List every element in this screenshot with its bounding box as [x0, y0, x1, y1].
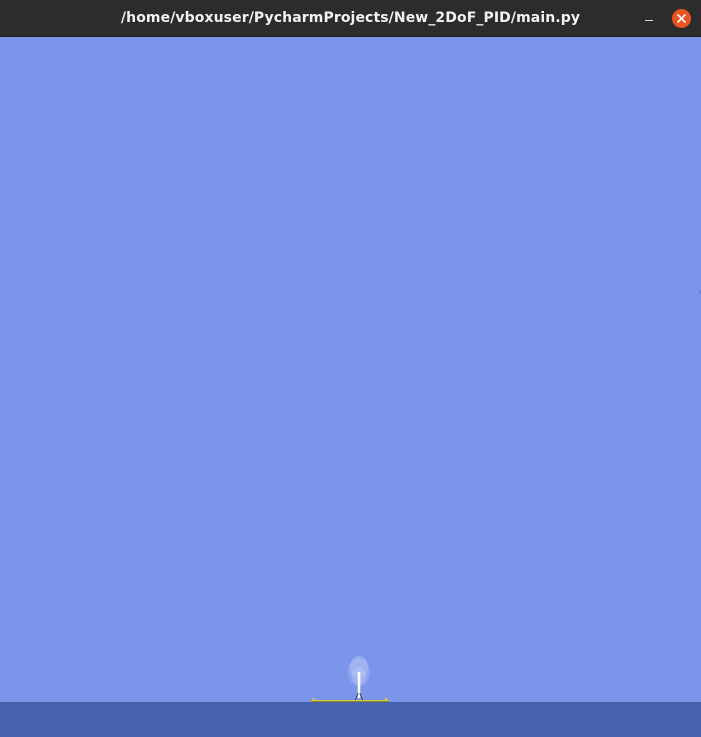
close-icon — [677, 14, 686, 23]
landing-scene — [311, 656, 389, 702]
app-window: /home/vboxuser/PycharmProjects/New_2DoF_… — [0, 0, 701, 737]
simulation-canvas[interactable] — [0, 37, 701, 702]
ground — [0, 702, 701, 737]
title-bar[interactable]: /home/vboxuser/PycharmProjects/New_2DoF_… — [0, 0, 701, 37]
minimize-icon — [645, 20, 653, 21]
landing-pad-marker-left — [312, 698, 315, 701]
window-title: /home/vboxuser/PycharmProjects/New_2DoF_… — [120, 10, 581, 26]
minimize-button[interactable] — [640, 11, 658, 25]
close-button[interactable] — [672, 9, 691, 28]
landing-pad — [311, 698, 389, 702]
landing-pad-marker-right — [385, 698, 387, 701]
